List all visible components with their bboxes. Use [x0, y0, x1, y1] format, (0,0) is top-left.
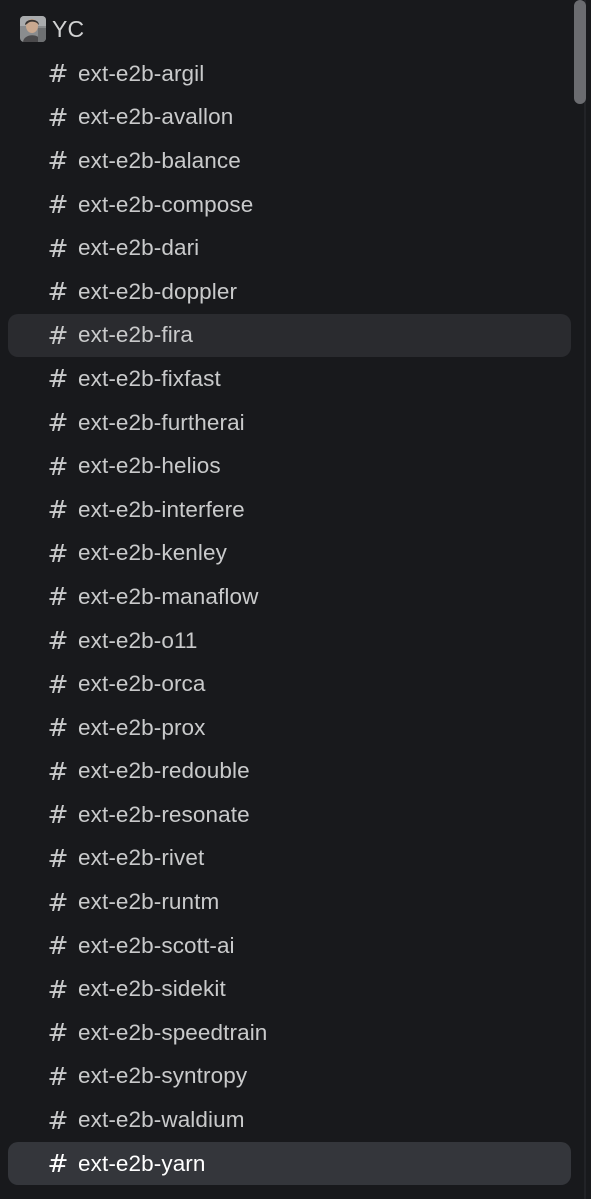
hash-icon: # — [47, 102, 69, 132]
channel-item[interactable]: # ext-e2b-scott-ai — [8, 924, 571, 968]
hash-icon: # — [47, 59, 69, 89]
channel-item[interactable]: # ext-e2b-o11 — [8, 619, 571, 663]
channel-item[interactable]: # ext-e2b-balance — [8, 139, 571, 183]
channel-item-hovered[interactable]: # ext-e2b-fira — [8, 313, 571, 358]
hash-icon: # — [47, 320, 69, 350]
channel-name: ext-e2b-o11 — [78, 627, 198, 653]
channel-name: ext-e2b-balance — [78, 147, 241, 173]
channel-name: ext-e2b-rivet — [78, 845, 205, 871]
hash-icon: # — [47, 146, 69, 176]
hash-icon: # — [47, 408, 69, 438]
hash-icon: # — [47, 277, 69, 307]
user-avatar-icon — [20, 16, 46, 42]
section-title: YC — [52, 15, 85, 42]
channel-item[interactable]: # ext-e2b-helios — [8, 444, 571, 488]
channel-name: ext-e2b-prox — [78, 714, 206, 740]
channel-list: # ext-e2b-argil # ext-e2b-avallon # ext-… — [8, 52, 571, 1186]
channel-name: ext-e2b-redouble — [78, 758, 250, 784]
channel-name: ext-e2b-furtherai — [78, 409, 245, 435]
channel-item[interactable]: # ext-e2b-furtherai — [8, 401, 571, 445]
channel-item[interactable]: # ext-e2b-sidekit — [8, 967, 571, 1011]
channel-item[interactable]: # ext-e2b-manaflow — [8, 575, 571, 619]
hash-icon: # — [47, 495, 69, 525]
hash-icon: # — [47, 974, 69, 1004]
channel-item[interactable]: # ext-e2b-redouble — [8, 750, 571, 794]
scrollbar[interactable] — [571, 0, 591, 1199]
hash-icon: # — [47, 669, 69, 699]
channel-item[interactable]: # ext-e2b-avallon — [8, 96, 571, 140]
hash-icon: # — [47, 931, 69, 961]
channel-item[interactable]: # ext-e2b-doppler — [8, 270, 571, 314]
channel-name: ext-e2b-scott-ai — [78, 932, 235, 958]
channel-name: ext-e2b-runtm — [78, 889, 220, 915]
channel-name: ext-e2b-fixfast — [78, 365, 221, 391]
scrollbar-thumb[interactable] — [574, 0, 586, 104]
channel-item[interactable]: # ext-e2b-fixfast — [8, 357, 571, 401]
channel-item[interactable]: # ext-e2b-speedtrain — [8, 1011, 571, 1055]
channel-name: ext-e2b-helios — [78, 453, 221, 479]
section-header[interactable]: YC — [20, 10, 84, 48]
channel-name: ext-e2b-dari — [78, 235, 200, 261]
hash-icon: # — [47, 756, 69, 786]
hash-icon: # — [47, 190, 69, 220]
channel-item[interactable]: # ext-e2b-waldium — [8, 1098, 571, 1142]
hash-icon: # — [47, 582, 69, 612]
hash-icon: # — [47, 1149, 69, 1179]
channel-name: ext-e2b-syntropy — [78, 1063, 248, 1089]
hash-icon: # — [47, 1061, 69, 1091]
channel-item[interactable]: # ext-e2b-dari — [8, 226, 571, 270]
channel-item[interactable]: # ext-e2b-prox — [8, 706, 571, 750]
hash-icon: # — [47, 451, 69, 481]
channel-name: ext-e2b-yarn — [78, 1150, 206, 1176]
channel-name: ext-e2b-orca — [78, 671, 206, 697]
channel-name: ext-e2b-waldium — [78, 1107, 245, 1133]
channel-name: ext-e2b-doppler — [78, 278, 238, 304]
hash-icon: # — [47, 233, 69, 263]
channel-item[interactable]: # ext-e2b-compose — [8, 183, 571, 227]
hash-icon: # — [47, 538, 69, 568]
channel-item[interactable]: # ext-e2b-orca — [8, 662, 571, 706]
channel-name: ext-e2b-speedtrain — [78, 1019, 268, 1045]
channel-item[interactable]: # ext-e2b-runtm — [8, 880, 571, 924]
hash-icon: # — [47, 800, 69, 830]
channel-name: ext-e2b-manaflow — [78, 583, 259, 609]
channel-item[interactable]: # ext-e2b-kenley — [8, 532, 571, 576]
channel-name: ext-e2b-kenley — [78, 540, 227, 566]
channel-name: ext-e2b-resonate — [78, 801, 250, 827]
channel-item[interactable]: # ext-e2b-rivet — [8, 837, 571, 881]
hash-icon: # — [47, 713, 69, 743]
channel-item[interactable]: # ext-e2b-syntropy — [8, 1055, 571, 1099]
hash-icon: # — [47, 887, 69, 917]
hash-icon: # — [47, 626, 69, 656]
channel-name: ext-e2b-fira — [78, 322, 193, 348]
hash-icon: # — [47, 1105, 69, 1135]
hash-icon: # — [47, 364, 69, 394]
channel-item[interactable]: # ext-e2b-resonate — [8, 793, 571, 837]
hash-icon: # — [47, 1018, 69, 1048]
channel-item[interactable]: # ext-e2b-argil — [8, 52, 571, 96]
channel-sidebar: YC # ext-e2b-argil # ext-e2b-avallon # e… — [0, 0, 591, 1199]
channel-name: ext-e2b-avallon — [78, 104, 234, 130]
channel-name: ext-e2b-argil — [78, 60, 205, 86]
channel-name: ext-e2b-sidekit — [78, 976, 226, 1002]
hash-icon: # — [47, 843, 69, 873]
channel-item[interactable]: # ext-e2b-interfere — [8, 488, 571, 532]
channel-name: ext-e2b-compose — [78, 191, 254, 217]
channel-item-selected[interactable]: # ext-e2b-yarn — [8, 1141, 571, 1186]
channel-name: ext-e2b-interfere — [78, 496, 245, 522]
